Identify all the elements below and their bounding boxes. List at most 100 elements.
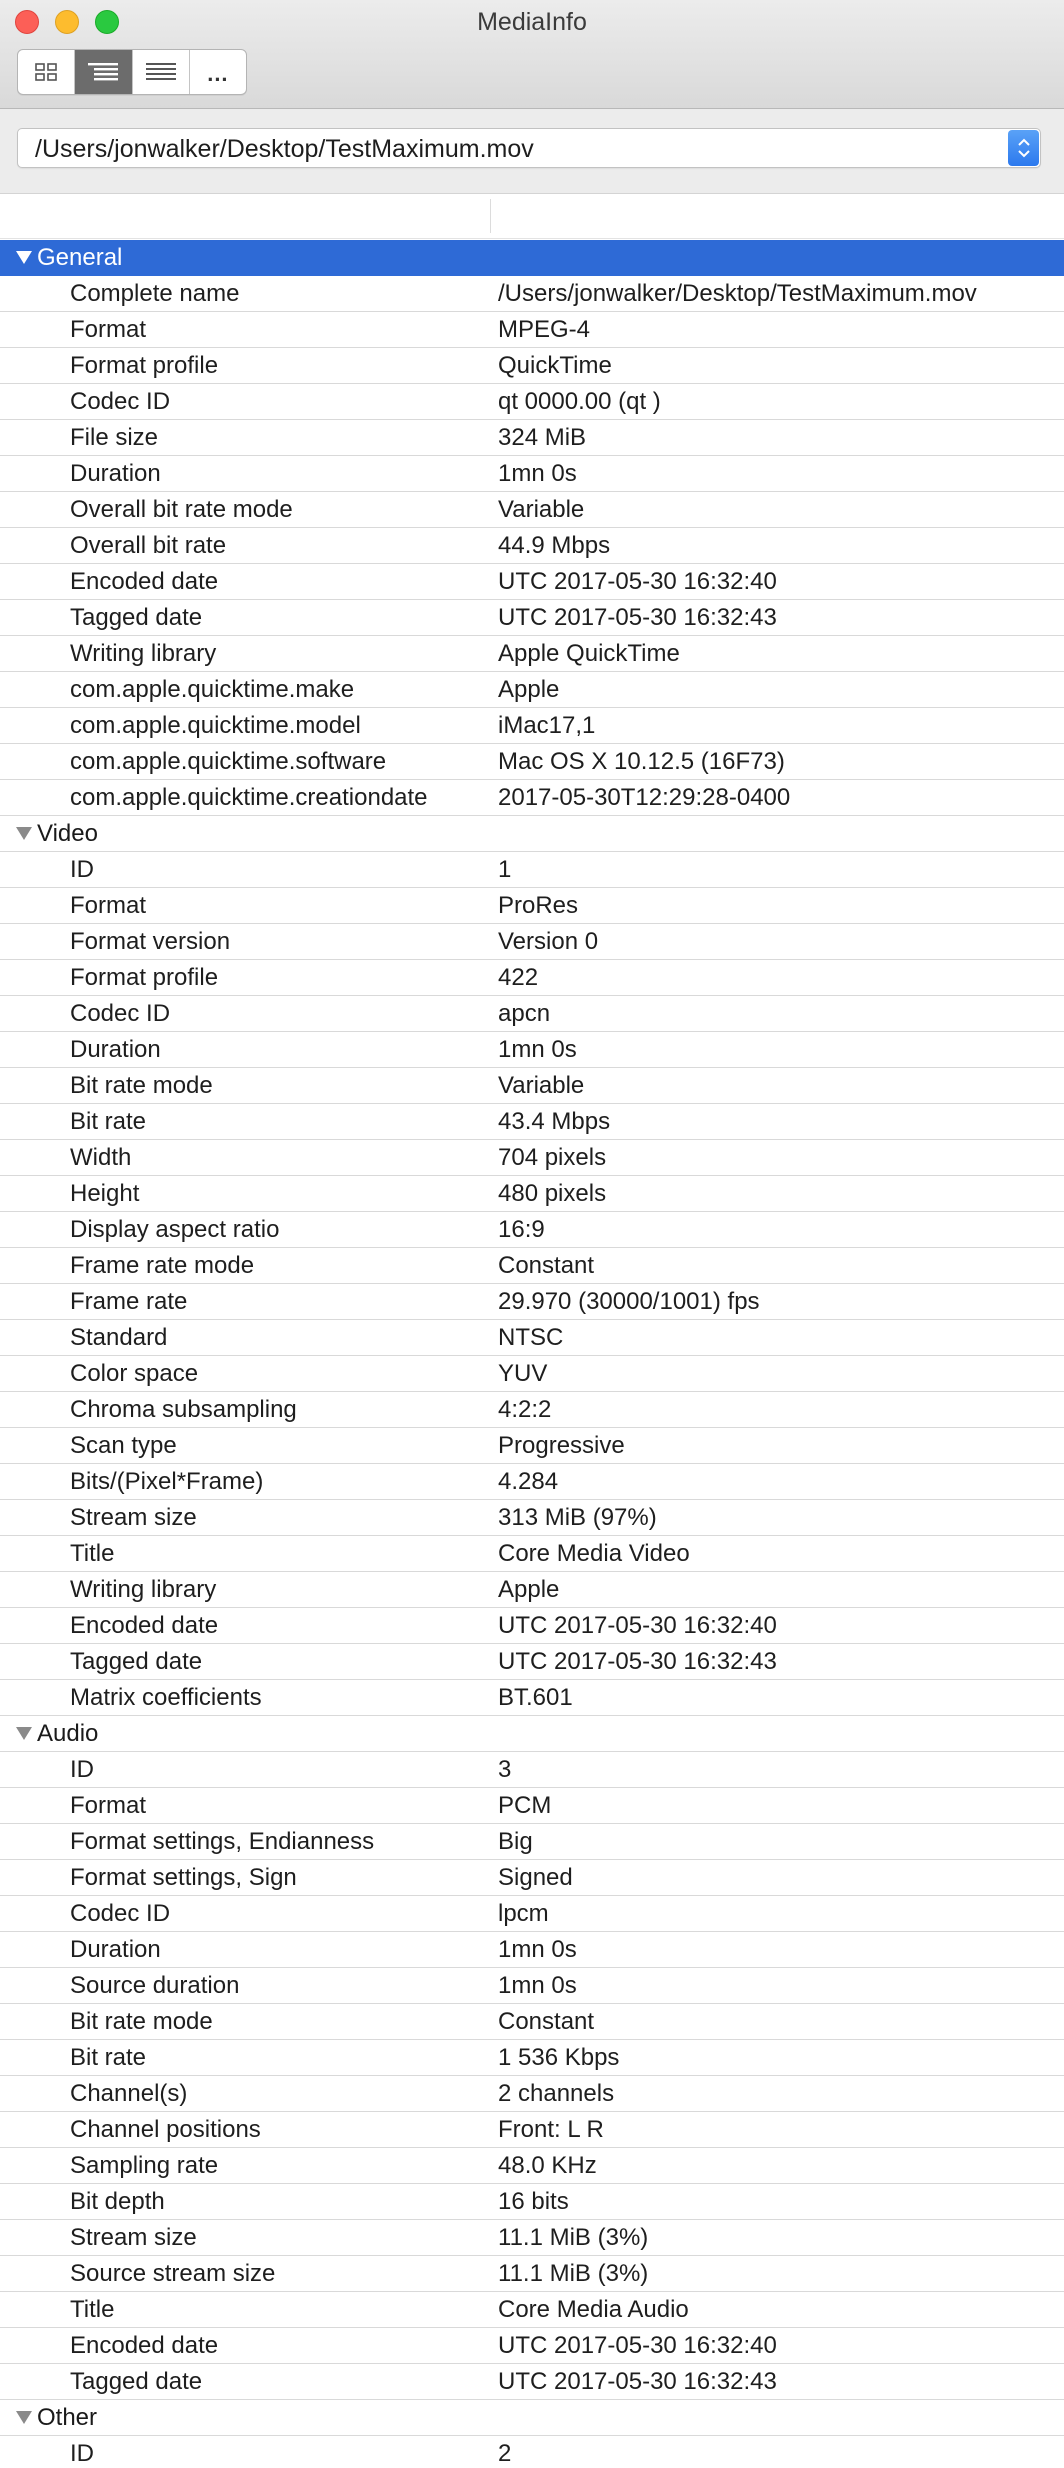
view-sheet-button[interactable] bbox=[75, 50, 133, 94]
property-row[interactable]: Source stream size 11.1 MiB (3%) bbox=[0, 2256, 1064, 2292]
property-row[interactable]: Format MPEG-4 bbox=[0, 312, 1064, 348]
property-key: Frame rate mode bbox=[70, 1252, 255, 1279]
property-row[interactable]: ID 1 bbox=[0, 852, 1064, 888]
property-row[interactable]: Codec ID apcn bbox=[0, 996, 1064, 1032]
property-row[interactable]: Color space YUV bbox=[0, 1356, 1064, 1392]
property-value: 1mn 0s bbox=[498, 1936, 577, 1963]
property-row[interactable]: Overall bit rate mode Variable bbox=[0, 492, 1064, 528]
property-value: 2 channels bbox=[498, 2080, 615, 2107]
property-row[interactable]: Frame rate mode Constant bbox=[0, 1248, 1064, 1284]
property-row[interactable]: Writing library Apple QuickTime bbox=[0, 636, 1064, 672]
property-row[interactable]: Duration 1mn 0s bbox=[0, 456, 1064, 492]
property-row[interactable]: Sampling rate 48.0 KHz bbox=[0, 2148, 1064, 2184]
property-key: Bit depth bbox=[70, 2188, 165, 2215]
property-row[interactable]: ID 2 bbox=[0, 2436, 1064, 2468]
property-row[interactable]: Encoded date UTC 2017-05-30 16:32:40 bbox=[0, 2328, 1064, 2364]
property-row[interactable]: Bits/(Pixel*Frame) 4.284 bbox=[0, 1464, 1064, 1500]
property-row[interactable]: File size 324 MiB bbox=[0, 420, 1064, 456]
property-row[interactable]: Bit rate 1 536 Kbps bbox=[0, 2040, 1064, 2076]
property-row[interactable]: Format PCM bbox=[0, 1788, 1064, 1824]
property-key: Format profile bbox=[70, 352, 219, 379]
property-value: UTC 2017-05-30 16:32:43 bbox=[498, 1648, 777, 1675]
property-row[interactable]: com.apple.quicktime.model iMac17,1 bbox=[0, 708, 1064, 744]
property-value: 43.4 Mbps bbox=[498, 1108, 611, 1135]
section-label: Other bbox=[37, 2404, 98, 2431]
property-row[interactable]: Format version Version 0 bbox=[0, 924, 1064, 960]
property-row[interactable]: Scan type Progressive bbox=[0, 1428, 1064, 1464]
property-row[interactable]: Complete name/Users/jonwalker/Desktop/Te… bbox=[0, 276, 1064, 312]
property-key: Frame rate bbox=[70, 1288, 188, 1315]
disclosure-triangle-icon[interactable] bbox=[16, 2411, 32, 2424]
property-row[interactable]: Format ProRes bbox=[0, 888, 1064, 924]
property-row[interactable]: Height 480 pixels bbox=[0, 1176, 1064, 1212]
section-row-video[interactable]: Video bbox=[0, 816, 1064, 852]
property-row[interactable]: Source duration 1mn 0s bbox=[0, 1968, 1064, 2004]
property-value: QuickTime bbox=[498, 352, 612, 379]
property-row[interactable]: Title Core Media Video bbox=[0, 1536, 1064, 1572]
property-key: Codec ID bbox=[70, 1000, 171, 1027]
property-row[interactable]: Standard NTSC bbox=[0, 1320, 1064, 1356]
column-divider[interactable] bbox=[490, 199, 491, 233]
property-row[interactable]: Encoded date UTC 2017-05-30 16:32:40 bbox=[0, 1608, 1064, 1644]
property-row[interactable]: Width 704 pixels bbox=[0, 1140, 1064, 1176]
property-row[interactable]: Bit rate 43.4 Mbps bbox=[0, 1104, 1064, 1140]
property-row[interactable]: Duration 1mn 0s bbox=[0, 1032, 1064, 1068]
property-row[interactable]: Overall bit rate 44.9 Mbps bbox=[0, 528, 1064, 564]
property-key: com.apple.quicktime.creationdate bbox=[70, 784, 428, 811]
section-row-audio[interactable]: Audio bbox=[0, 1716, 1064, 1752]
property-row[interactable]: Frame rate 29.970 (30000/1001) fps bbox=[0, 1284, 1064, 1320]
property-row[interactable]: Duration 1mn 0s bbox=[0, 1932, 1064, 1968]
property-row[interactable]: Tagged date UTC 2017-05-30 16:32:43 bbox=[0, 2364, 1064, 2400]
property-value: Variable bbox=[498, 496, 585, 523]
property-value: 1 bbox=[498, 856, 512, 883]
property-value: MPEG-4 bbox=[498, 316, 591, 343]
property-value: Apple bbox=[498, 1576, 560, 1603]
popup-stepper[interactable] bbox=[1008, 130, 1039, 166]
property-value: 4.284 bbox=[498, 1468, 559, 1495]
property-row[interactable]: Bit depth 16 bits bbox=[0, 2184, 1064, 2220]
property-row[interactable]: Format settings, Endianness Big bbox=[0, 1824, 1064, 1860]
property-row[interactable]: Format profile QuickTime bbox=[0, 348, 1064, 384]
property-row[interactable]: ID 3 bbox=[0, 1752, 1064, 1788]
property-row[interactable]: Title Core Media Audio bbox=[0, 2292, 1064, 2328]
property-row[interactable]: Tagged date UTC 2017-05-30 16:32:43 bbox=[0, 1644, 1064, 1680]
view-basic-button[interactable] bbox=[18, 50, 76, 94]
section-row-other[interactable]: Other bbox=[0, 2400, 1064, 2436]
view-more-button[interactable]: ... bbox=[190, 50, 246, 94]
property-key: Tagged date bbox=[70, 1648, 203, 1675]
property-row[interactable]: Channel(s) 2 channels bbox=[0, 2076, 1064, 2112]
file-path-popup[interactable]: /Users/jonwalker/Desktop/TestMaximum.mov bbox=[17, 128, 1041, 168]
property-row[interactable]: com.apple.quicktime.software Mac OS X 10.… bbox=[0, 744, 1064, 780]
property-value: Variable bbox=[498, 1072, 585, 1099]
property-key: Stream size bbox=[70, 2224, 197, 2251]
property-row[interactable]: Channel positions Front: L R bbox=[0, 2112, 1064, 2148]
property-row[interactable]: Codec ID lpcm bbox=[0, 1896, 1064, 1932]
property-row[interactable]: Matrix coefficients BT.601 bbox=[0, 1680, 1064, 1716]
property-key: Duration bbox=[70, 460, 161, 487]
property-row[interactable]: Display aspect ratio 16:9 bbox=[0, 1212, 1064, 1248]
property-row[interactable]: Format settings, Sign Signed bbox=[0, 1860, 1064, 1896]
property-key: Format settings, Endianness bbox=[70, 1828, 375, 1855]
property-row[interactable]: com.apple.quicktime.make Apple bbox=[0, 672, 1064, 708]
property-row[interactable]: Writing library Apple bbox=[0, 1572, 1064, 1608]
section-row-general[interactable]: General bbox=[0, 240, 1064, 276]
view-text-button[interactable] bbox=[133, 50, 190, 94]
property-row[interactable]: com.apple.quicktime.creationdate 2017-05-… bbox=[0, 780, 1064, 816]
property-row[interactable]: Codec ID qt 0000.00 (qt ) bbox=[0, 384, 1064, 420]
property-row[interactable]: Stream size 313 MiB (97%) bbox=[0, 1500, 1064, 1536]
property-row[interactable]: Format profile 422 bbox=[0, 960, 1064, 996]
property-key: Title bbox=[70, 1540, 115, 1567]
disclosure-triangle-icon[interactable] bbox=[16, 251, 32, 264]
property-row[interactable]: Bit rate mode Constant bbox=[0, 2004, 1064, 2040]
property-row[interactable]: Bit rate mode Variable bbox=[0, 1068, 1064, 1104]
property-row[interactable]: Encoded date UTC 2017-05-30 16:32:40 bbox=[0, 564, 1064, 600]
disclosure-triangle-icon[interactable] bbox=[16, 1727, 32, 1740]
property-value: UTC 2017-05-30 16:32:40 bbox=[498, 568, 777, 595]
property-row[interactable]: Stream size 11.1 MiB (3%) bbox=[0, 2220, 1064, 2256]
property-row[interactable]: Chroma subsampling 4:2:2 bbox=[0, 1392, 1064, 1428]
up-down-chevron-icon bbox=[1017, 138, 1030, 158]
property-row[interactable]: Tagged date UTC 2017-05-30 16:32:43 bbox=[0, 600, 1064, 636]
disclosure-triangle-icon[interactable] bbox=[16, 827, 32, 840]
property-value: 44.9 Mbps bbox=[498, 532, 611, 559]
property-key: Overall bit rate bbox=[70, 532, 227, 559]
